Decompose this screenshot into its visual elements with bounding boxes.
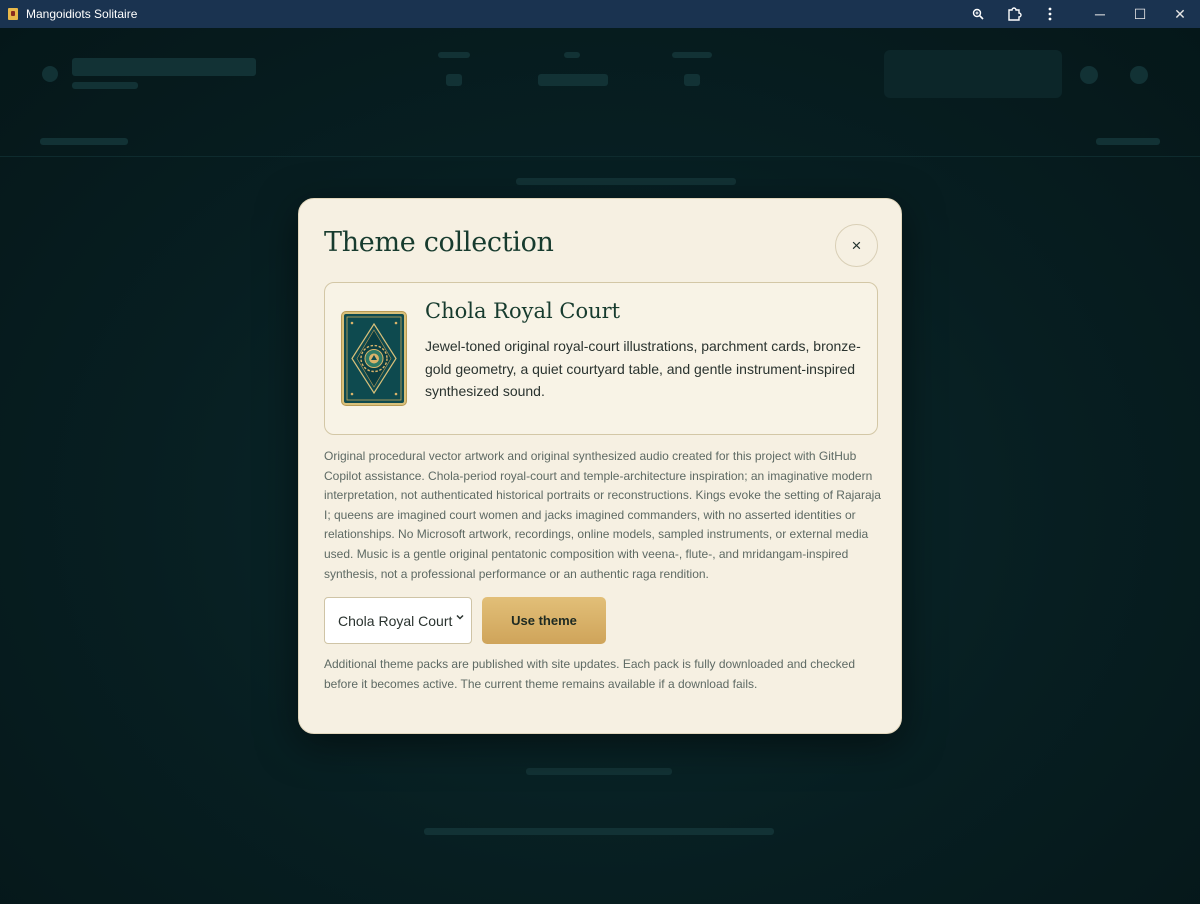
card-back-ornament-icon — [346, 316, 402, 401]
close-icon: × — [851, 235, 862, 255]
stat-value-placeholder — [684, 74, 700, 86]
more-icon[interactable] — [1032, 0, 1068, 28]
extensions-icon[interactable] — [996, 0, 1032, 28]
app-subtitle-placeholder — [72, 82, 138, 89]
stat-value-placeholder — [446, 74, 462, 86]
close-window-button[interactable]: ✕ — [1160, 0, 1200, 28]
app-logo-icon — [42, 66, 58, 82]
menu-icon — [1130, 66, 1148, 84]
zoom-icon[interactable] — [960, 0, 996, 28]
toolbar-placeholder — [516, 178, 736, 185]
footer-placeholder — [424, 828, 774, 835]
window-title: Mangoidiots Solitaire — [26, 7, 138, 21]
theme-chip-placeholder — [884, 50, 1062, 98]
stat-value-placeholder — [538, 74, 608, 86]
theme-select[interactable]: Chola Royal Court — [324, 597, 472, 644]
breadcrumb-placeholder — [40, 138, 128, 145]
minimize-button[interactable]: ─ — [1080, 0, 1120, 28]
chevron-down-icon — [455, 612, 465, 625]
theme-preview-card: Chola Royal Court Jewel-toned original r… — [324, 282, 878, 435]
settings-icon — [1080, 66, 1098, 84]
stat-label-placeholder — [438, 52, 470, 58]
window-titlebar: Mangoidiots Solitaire ─ ☐ ✕ — [0, 0, 1200, 28]
app-brand-placeholder — [72, 58, 256, 76]
close-dialog-button[interactable]: × — [835, 224, 878, 267]
dialog-title: Theme collection — [324, 227, 554, 258]
theme-description: Jewel-toned original royal-court illustr… — [425, 338, 861, 399]
app-icon — [8, 8, 18, 20]
stat-label-placeholder — [564, 52, 580, 58]
card-back-preview — [342, 312, 406, 405]
theme-collection-dialog: Theme collection × Chola Royal Court Jew… — [298, 198, 902, 734]
use-theme-button[interactable]: Use theme — [482, 597, 606, 644]
footer-placeholder — [526, 768, 672, 775]
stat-label-placeholder — [672, 52, 712, 58]
action-placeholder — [1096, 138, 1160, 145]
theme-select-value: Chola Royal Court — [338, 612, 453, 629]
theme-update-note: Additional theme packs are published wit… — [324, 657, 855, 691]
theme-name: Chola Royal Court — [425, 299, 621, 323]
maximize-button[interactable]: ☐ — [1120, 0, 1160, 28]
theme-credits-text: Original procedural vector artwork and o… — [324, 449, 881, 581]
